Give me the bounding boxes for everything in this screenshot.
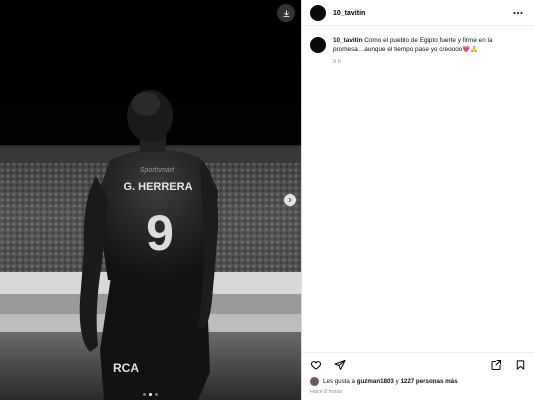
post-info-panel: 10_tavitin 10_tavitin Como el pueblo de … bbox=[301, 0, 534, 400]
likes-prefix: Les gusta a bbox=[323, 378, 355, 385]
carousel-indicator bbox=[0, 393, 301, 396]
download-icon bbox=[282, 9, 290, 17]
author-username[interactable]: 10_tavitin bbox=[333, 10, 365, 17]
shorts-sponsor: RCA bbox=[113, 361, 139, 375]
jersey-name: G. HERRERA bbox=[123, 181, 192, 193]
share-button[interactable] bbox=[334, 359, 346, 371]
post-actions-bar bbox=[302, 352, 534, 376]
more-horizontal-icon bbox=[513, 12, 523, 14]
liker-username[interactable]: guzman1803 bbox=[357, 378, 394, 385]
caption-username[interactable]: 10_tavitin bbox=[333, 37, 362, 44]
jersey-number: 9 bbox=[146, 205, 174, 261]
post-media[interactable]: Sportsmart G. HERRERA 9 RCA bbox=[0, 0, 301, 400]
caption-emoji: 💗🙏 bbox=[462, 45, 479, 53]
post-header: 10_tavitin bbox=[302, 1, 534, 26]
carousel-dot-active bbox=[149, 393, 152, 396]
likes-others[interactable]: 1227 personas más bbox=[400, 378, 457, 385]
repost-button[interactable] bbox=[490, 359, 502, 371]
share-icon bbox=[334, 359, 346, 370]
repost-icon bbox=[491, 359, 501, 370]
post-caption: 10_tavitin Como el pueblo de Egipto fuer… bbox=[302, 29, 534, 65]
like-button[interactable] bbox=[310, 359, 322, 371]
caption-text: 10_tavitin Como el pueblo de Egipto fuer… bbox=[333, 37, 525, 55]
carousel-dot bbox=[155, 393, 158, 396]
more-options-button[interactable] bbox=[510, 7, 526, 19]
caption-avatar[interactable] bbox=[310, 37, 326, 53]
heart-icon bbox=[311, 360, 321, 369]
caption-timestamp: 8 h bbox=[333, 58, 341, 65]
carousel-next-button[interactable] bbox=[284, 194, 296, 206]
post-photo: Sportsmart G. HERRERA 9 RCA bbox=[0, 0, 301, 400]
likes-summary: Les gusta a guzman1803 y 1227 personas m… bbox=[310, 377, 458, 386]
liker-avatar[interactable] bbox=[310, 377, 319, 386]
chevron-right-icon bbox=[288, 197, 292, 203]
bookmark-icon bbox=[516, 359, 524, 370]
carousel-dot bbox=[143, 393, 146, 396]
save-button[interactable] bbox=[514, 359, 526, 371]
likes-connector: y bbox=[395, 378, 399, 385]
author-avatar[interactable] bbox=[310, 5, 326, 21]
post-timestamp[interactable]: Hace 8 horas bbox=[310, 389, 342, 395]
download-button[interactable] bbox=[277, 4, 295, 22]
jersey-sponsor-top: Sportsmart bbox=[140, 167, 175, 174]
caption-body: 10_tavitin Como el pueblo de Egipto fuer… bbox=[333, 37, 525, 65]
